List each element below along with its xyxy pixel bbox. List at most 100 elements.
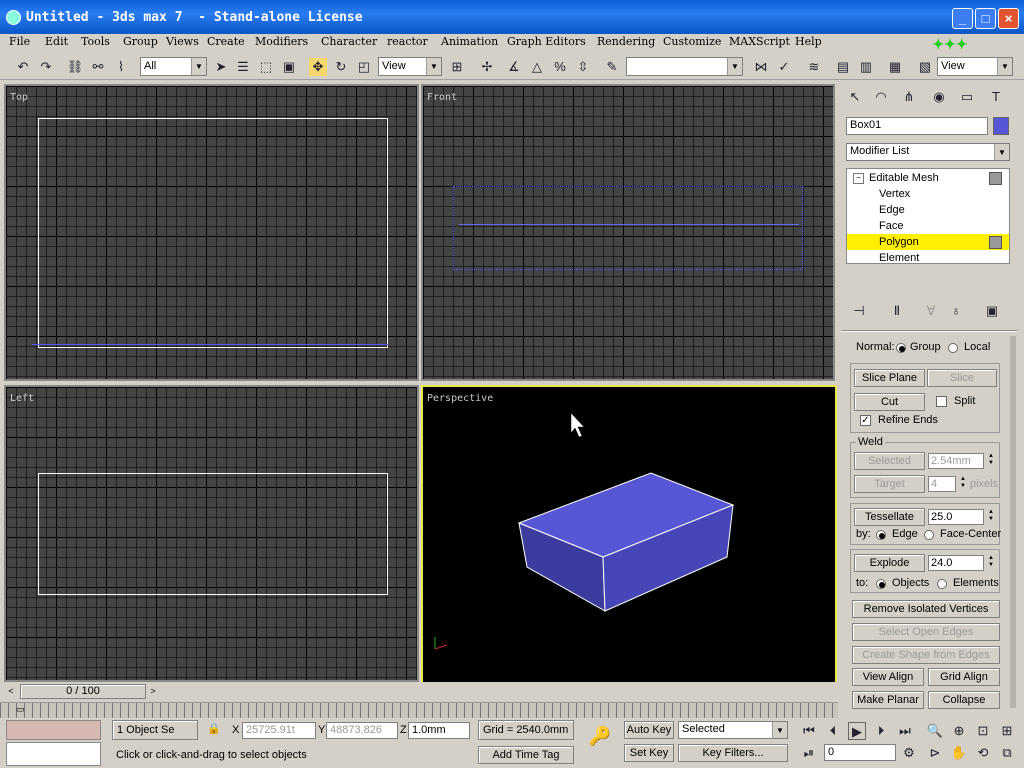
maximize-button[interactable]: □	[975, 8, 996, 29]
window-crossing-icon[interactable]: ▣	[280, 58, 298, 76]
normal-local-radio[interactable]	[948, 343, 958, 353]
pan-icon[interactable]: ✋	[950, 744, 968, 762]
tessellate-tension-spinner[interactable]: 25.0	[928, 509, 984, 525]
stack-toggle-icon[interactable]	[989, 172, 1002, 185]
select-and-scale-icon[interactable]: ◰	[355, 58, 373, 76]
weld-target-button[interactable]: Target	[854, 475, 925, 493]
render-type-dropdown[interactable]: View ▼	[937, 57, 1013, 76]
slice-button[interactable]: Slice	[927, 369, 997, 387]
key-set-dropdown[interactable]: Selected ▼	[678, 721, 788, 739]
close-button[interactable]: ×	[998, 8, 1019, 29]
menu-views[interactable]: Views	[166, 35, 199, 48]
percent-snap-icon[interactable]: %	[551, 58, 569, 76]
modifier-list-dropdown[interactable]: Modifier List ▼	[846, 143, 1010, 161]
zoom-extents-all-icon[interactable]: ⊞	[998, 722, 1016, 740]
time-slider-prev-icon[interactable]: <	[4, 684, 18, 698]
viewport-label-front[interactable]: Front	[427, 92, 457, 103]
menu-modifiers[interactable]: Modifiers	[255, 35, 308, 48]
render-scene-icon[interactable]: ▧	[916, 58, 934, 76]
remove-isolated-vertices-button[interactable]: Remove Isolated Vertices	[852, 600, 1000, 618]
mini-curve-editor-icon[interactable]: ▭	[16, 704, 30, 714]
zoom-all-icon[interactable]: ⊕	[950, 722, 968, 740]
grid-align-button[interactable]: Grid Align	[928, 668, 1000, 686]
x-coord-field[interactable]: 25725.91t	[242, 722, 316, 739]
time-slider-thumb[interactable]: 0 / 100	[20, 684, 146, 699]
viewport-front[interactable]: Front	[421, 84, 835, 381]
viewport-label-left[interactable]: Left	[10, 393, 34, 404]
time-slider-next-icon[interactable]: >	[146, 684, 160, 698]
play-icon[interactable]: ▶	[848, 722, 866, 740]
select-and-move-icon[interactable]: ✥	[309, 58, 327, 76]
explode-button[interactable]: Explode	[854, 554, 925, 572]
tessellate-face-center-radio[interactable]	[924, 530, 934, 540]
create-tab-icon[interactable]: ↖	[846, 88, 864, 106]
make-unique-icon[interactable]: ∀	[922, 302, 940, 320]
stack-item-edge[interactable]: Edge	[847, 202, 1009, 218]
app-icon[interactable]	[6, 10, 21, 25]
weld-selected-button[interactable]: Selected	[854, 452, 925, 470]
key-filters-button[interactable]: Key Filters...	[678, 744, 788, 762]
maxscript-output-mini[interactable]	[6, 742, 101, 766]
modifier-stack[interactable]: − Editable Mesh Vertex Edge Face Polygon …	[846, 168, 1010, 264]
schematic-view-icon[interactable]: ▥	[857, 58, 875, 76]
split-checkbox[interactable]	[936, 396, 947, 407]
explode-angle-spinner[interactable]: 24.0	[928, 555, 984, 571]
lock-selection-icon[interactable]: 🔒	[204, 722, 224, 738]
rollout-scrollbar[interactable]	[1010, 336, 1016, 708]
spinner-arrows-icon[interactable]: ▲ ▼	[986, 509, 996, 525]
select-object-icon[interactable]: ➤	[212, 58, 230, 76]
cut-button[interactable]: Cut	[854, 393, 925, 411]
zoom-extents-icon[interactable]: ⊡	[974, 722, 992, 740]
go-to-start-icon[interactable]: ⏮	[800, 722, 818, 740]
select-and-link-icon[interactable]: ⛓	[66, 58, 84, 76]
layer-manager-icon[interactable]: ≋	[805, 58, 823, 76]
slice-plane-button[interactable]: Slice Plane	[854, 369, 925, 387]
time-configuration-icon[interactable]: ⚙	[900, 744, 918, 762]
normal-group-radio[interactable]	[896, 343, 906, 353]
collapse-icon[interactable]: −	[853, 173, 864, 184]
zoom-icon[interactable]: 🔍	[926, 722, 944, 740]
menu-help[interactable]: Help	[795, 35, 822, 48]
show-end-result-icon[interactable]: Ⅱ	[888, 302, 906, 320]
spinner-arrows-icon[interactable]: ▲ ▼	[986, 453, 996, 469]
maxscript-listener-mini[interactable]	[6, 720, 101, 740]
auto-key-button[interactable]: Auto Key	[624, 721, 674, 739]
menu-rendering[interactable]: Rendering	[597, 35, 655, 48]
field-of-view-icon[interactable]: ⊳	[926, 744, 944, 762]
select-manipulate-icon[interactable]: ✢	[478, 58, 496, 76]
menu-customize[interactable]: Customize	[663, 35, 721, 48]
arc-rotate-icon[interactable]: ⟲	[974, 744, 992, 762]
object-name-field[interactable]: Box01	[846, 117, 988, 135]
object-color-swatch[interactable]	[993, 117, 1009, 135]
menu-character[interactable]: Character	[321, 35, 377, 48]
key-mode-toggle-icon[interactable]: ⏯	[800, 744, 818, 762]
y-coord-field[interactable]: 48873.826	[326, 722, 398, 739]
motion-tab-icon[interactable]: ◉	[930, 88, 948, 106]
viewport-top[interactable]: Top	[4, 84, 419, 381]
display-tab-icon[interactable]: ▭	[958, 88, 976, 106]
menu-graph-editors[interactable]: Graph Editors	[507, 35, 586, 48]
track-bar[interactable]	[0, 702, 838, 718]
stack-toggle-icon[interactable]	[989, 236, 1002, 249]
menu-edit[interactable]: Edit	[45, 35, 68, 48]
curve-editor-icon[interactable]: ▤	[834, 58, 852, 76]
selection-filter-dropdown[interactable]: All ▼	[140, 57, 207, 76]
select-by-name-icon[interactable]: ☰	[234, 58, 252, 76]
viewport-left[interactable]: Left	[4, 385, 419, 682]
create-shape-from-edges-button[interactable]: Create Shape from Edges	[852, 646, 1000, 664]
maximize-viewport-icon[interactable]: ⧉	[998, 744, 1016, 762]
unlink-icon[interactable]: ⚯	[89, 58, 107, 76]
reference-coordinate-dropdown[interactable]: View ▼	[378, 57, 442, 76]
configure-modifier-sets-icon[interactable]: ▣	[983, 302, 1001, 320]
undo-icon[interactable]: ↶	[14, 58, 32, 76]
view-align-button[interactable]: View Align	[852, 668, 924, 686]
spinner-arrows-icon[interactable]: ▲ ▼	[958, 476, 968, 492]
collapse-button[interactable]: Collapse	[928, 691, 1000, 709]
select-open-edges-button[interactable]: Select Open Edges	[852, 623, 1000, 641]
align-icon[interactable]: ✓	[775, 58, 793, 76]
edit-named-selection-icon[interactable]: ✎	[603, 58, 621, 76]
explode-elements-radio[interactable]	[937, 579, 947, 589]
menu-maxscript[interactable]: MAXScript	[729, 35, 790, 48]
pivot-point-center-icon[interactable]: ⊞	[448, 58, 466, 76]
rectangular-selection-icon[interactable]: ⬚	[257, 58, 275, 76]
